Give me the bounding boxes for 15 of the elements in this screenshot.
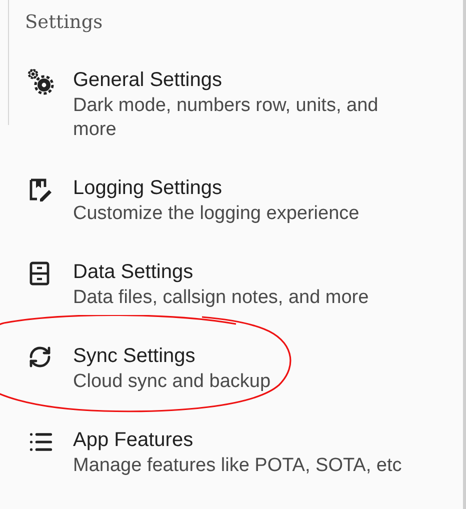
sync-icon bbox=[28, 345, 52, 369]
settings-item-title[interactable]: Data Settings bbox=[73, 258, 423, 286]
settings-item-title[interactable]: General Settings bbox=[73, 66, 423, 94]
notebook-pencil-icon bbox=[28, 177, 54, 203]
settings-item-subtitle: Customize the logging experience bbox=[73, 202, 360, 226]
settings-item-subtitle: Cloud sync and backup bbox=[73, 370, 272, 394]
cabinet-icon bbox=[28, 261, 52, 287]
gears-icon bbox=[28, 69, 54, 95]
settings-item-subtitle: Dark mode, numbers row, units, and more bbox=[73, 94, 380, 142]
settings-item-subtitle: Manage features like POTA, SOTA, etc bbox=[73, 454, 403, 478]
settings-item-title[interactable]: Logging Settings bbox=[73, 174, 423, 202]
settings-item-title[interactable]: Sync Settings bbox=[73, 342, 423, 370]
settings-item-title[interactable]: App Features bbox=[73, 426, 423, 454]
page-title: Settings bbox=[25, 12, 103, 33]
settings-item-subtitle: Data files, callsign notes, and more bbox=[73, 286, 370, 310]
